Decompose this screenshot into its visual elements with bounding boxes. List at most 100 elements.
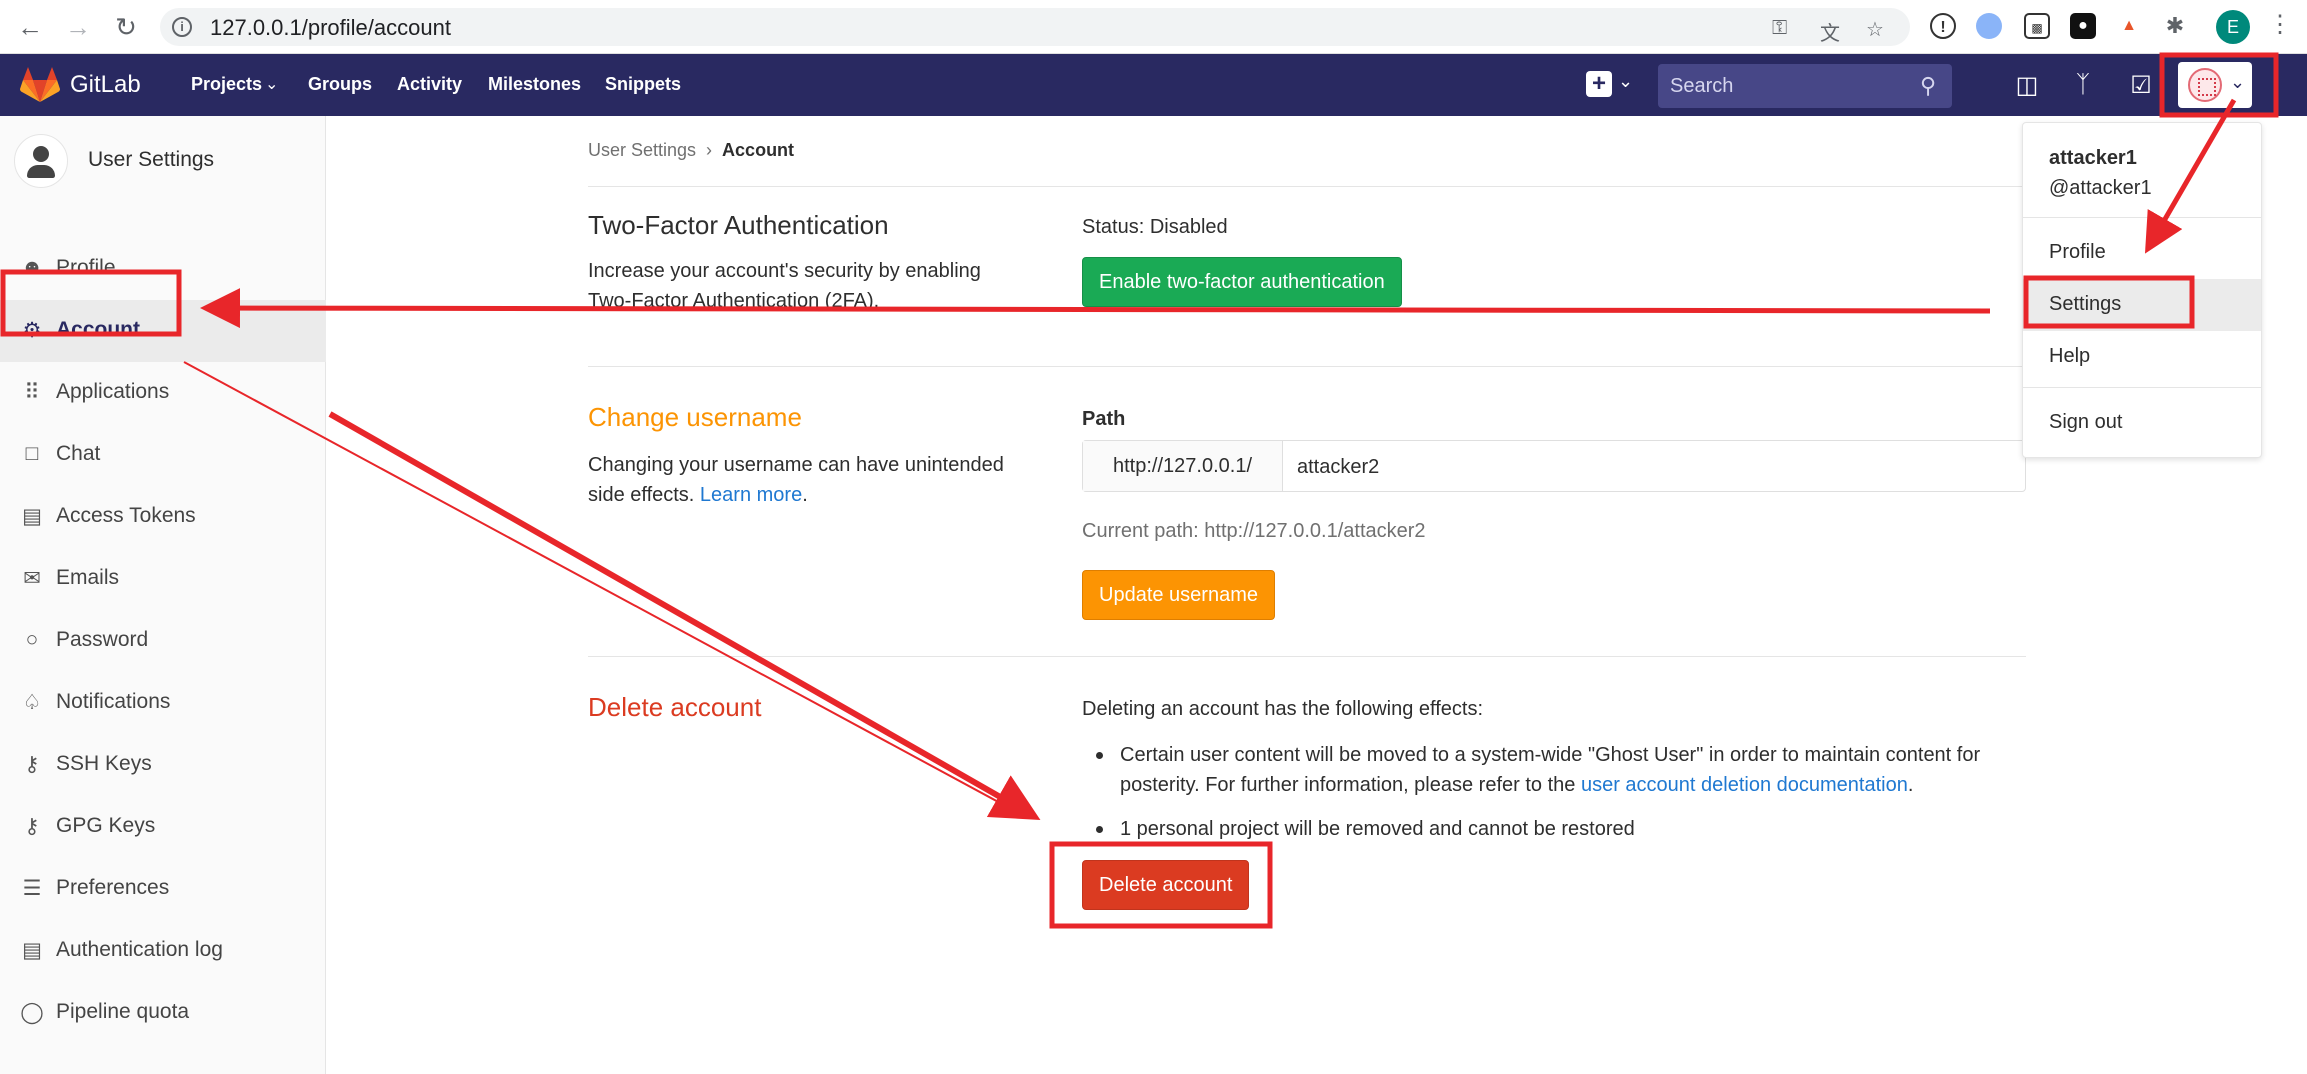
sidebar-item-chat[interactable]: □ Chat xyxy=(0,424,326,486)
reload-icon[interactable]: ↻ xyxy=(110,11,142,43)
sidebar-item-profile[interactable]: ☻ Profile xyxy=(0,238,326,300)
divider xyxy=(588,656,2026,657)
extension-dark-icon[interactable]: ● xyxy=(2070,13,2096,39)
sidebar-item-label: SSH Keys xyxy=(56,752,152,775)
sliders-icon: ☰ xyxy=(22,877,42,900)
sidebar-item-preferences[interactable]: ☰ Preferences xyxy=(0,858,326,920)
path-prefix: http://127.0.0.1/ xyxy=(1083,441,1283,491)
password-key-icon[interactable]: ⚿ xyxy=(1772,17,1787,40)
address-bar[interactable]: i 127.0.0.1/profile/account ⚿ 文 ☆ xyxy=(160,8,1910,46)
divider xyxy=(588,366,2026,367)
nav-snippets[interactable]: Snippets xyxy=(605,74,681,95)
two-factor-title: Two-Factor Authentication xyxy=(588,210,889,240)
sidebar-item-label: Notifications xyxy=(56,690,171,713)
dropdown-item-profile[interactable]: Profile xyxy=(2023,227,2261,279)
chevron-down-icon[interactable]: ⌄ xyxy=(1618,71,1633,92)
sidebar-item-access-tokens[interactable]: ▤ Access Tokens xyxy=(0,486,326,548)
username-input[interactable] xyxy=(1297,454,1997,480)
change-username-description: Changing your username can have unintend… xyxy=(588,454,1004,506)
chat-icon: □ xyxy=(25,442,39,465)
browser-menu-icon[interactable]: ⋮ xyxy=(2268,10,2292,39)
translate-icon[interactable]: 文 xyxy=(1820,17,1840,46)
dropdown-item-help[interactable]: Help xyxy=(2023,331,2261,383)
user-dropdown-menu: attacker1 @attacker1 Profile Settings He… xyxy=(2022,122,2262,458)
breadcrumb: User Settings › Account xyxy=(588,140,794,161)
current-path: Current path: http://127.0.0.1/attacker2 xyxy=(1082,520,1426,542)
email-icon: ✉ xyxy=(23,567,41,590)
user-menu-button[interactable]: ⌄ xyxy=(2178,62,2252,108)
sidebar-title: User Settings xyxy=(88,148,215,171)
search-input[interactable] xyxy=(1670,72,1900,100)
search-box[interactable]: ⚲ xyxy=(1658,64,1952,108)
todo-panel-icon[interactable]: ◫ xyxy=(2012,71,2042,100)
learn-more-link[interactable]: Learn more xyxy=(700,484,802,506)
chevron-down-icon[interactable]: ⌄ xyxy=(265,74,278,94)
browser-toolbar: ← → ↻ i 127.0.0.1/profile/account ⚿ 文 ☆ … xyxy=(0,0,2307,54)
delete-account-intro: Deleting an account has the following ef… xyxy=(1082,698,1483,720)
dropdown-item-label: Help xyxy=(2049,345,2091,367)
sidebar-item-password[interactable]: ○ Password xyxy=(0,610,326,672)
sidebar-item-notifications[interactable]: ♤ Notifications xyxy=(0,672,326,734)
arrow-settings-to-account xyxy=(200,288,1991,329)
sidebar-item-label: Emails xyxy=(56,566,120,589)
sidebar-item-ssh-keys[interactable]: ⚷ SSH Keys xyxy=(0,734,326,796)
sidebar-item-account[interactable]: ⚙ Account xyxy=(0,300,326,362)
sidebar-item-pipeline-quota[interactable]: ◯ Pipeline quota xyxy=(0,982,326,1044)
browser-profile-avatar[interactable]: E xyxy=(2216,10,2250,44)
dropdown-item-settings[interactable]: Settings xyxy=(2023,279,2261,331)
sidebar-item-label: Profile xyxy=(56,256,116,279)
enable-two-factor-button[interactable]: Enable two-factor authentication xyxy=(1082,257,1402,307)
gitlab-logo-icon[interactable] xyxy=(20,67,60,103)
merge-request-icon[interactable]: ᛉ xyxy=(2068,71,2098,99)
bookmark-star-icon[interactable]: ☆ xyxy=(1866,17,1884,42)
path-label: Path xyxy=(1082,408,1126,430)
list-item: 1 personal project will be removed and c… xyxy=(1096,814,2020,844)
divider xyxy=(2023,217,2261,218)
delete-account-button[interactable]: Delete account xyxy=(1082,860,1250,910)
extension-qr-icon[interactable]: ▩ xyxy=(2024,13,2050,39)
nav-activity[interactable]: Activity xyxy=(397,74,462,95)
sidebar-item-label: Access Tokens xyxy=(56,504,196,527)
pipeline-icon: ◯ xyxy=(20,1001,44,1024)
nav-projects[interactable]: Projects xyxy=(191,74,262,95)
settings-sidebar: User Settings ☻ Profile ⚙ Account ⠿ Appl… xyxy=(0,116,326,1074)
new-item-plus-icon[interactable]: + xyxy=(1586,71,1612,97)
site-info-icon[interactable]: i xyxy=(172,17,192,37)
back-arrow-icon[interactable]: ← xyxy=(14,11,46,43)
breadcrumb-parent[interactable]: User Settings xyxy=(588,140,696,160)
gitlab-brand[interactable]: GitLab xyxy=(70,71,141,99)
sidebar-item-label: Account xyxy=(56,318,140,341)
sidebar-item-emails[interactable]: ✉ Emails xyxy=(0,548,326,610)
search-icon[interactable]: ⚲ xyxy=(1920,73,1936,99)
extension-network-icon[interactable]: ▲ xyxy=(2116,13,2142,39)
dropdown-item-label: Settings xyxy=(2049,293,2122,315)
sidebar-item-label: Password xyxy=(56,628,149,651)
applications-icon: ⠿ xyxy=(24,381,40,404)
sidebar-item-gpg-keys[interactable]: ⚷ GPG Keys xyxy=(0,796,326,858)
update-username-button[interactable]: Update username xyxy=(1082,570,1275,620)
sidebar-item-authentication-log[interactable]: ▤ Authentication log xyxy=(0,920,326,982)
divider xyxy=(2023,387,2261,388)
dropdown-item-sign-out[interactable]: Sign out xyxy=(2023,397,2261,449)
deletion-docs-link[interactable]: user account deletion documentation xyxy=(1581,774,1908,796)
todos-check-icon[interactable]: ☑ xyxy=(2126,71,2156,100)
account-icon: ⚙ xyxy=(22,319,42,342)
sidebar-item-applications[interactable]: ⠿ Applications xyxy=(0,362,326,424)
extensions-puzzle-icon[interactable]: ✱ xyxy=(2162,13,2188,39)
sidebar-item-label: GPG Keys xyxy=(56,814,156,837)
sidebar-item-label: Applications xyxy=(56,380,170,403)
dropdown-item-label: Sign out xyxy=(2049,411,2123,433)
sidebar-item-label: Pipeline quota xyxy=(56,1000,190,1023)
breadcrumb-current: Account xyxy=(722,140,795,160)
extension-1password-icon[interactable]: ! xyxy=(1930,13,1956,39)
forward-arrow-icon[interactable]: → xyxy=(62,11,94,43)
dropdown-user-name: attacker1 xyxy=(2049,147,2137,169)
extension-circle-icon[interactable] xyxy=(1976,13,2002,39)
nav-milestones[interactable]: Milestones xyxy=(488,74,581,95)
bell-icon: ♤ xyxy=(22,691,42,714)
url-text[interactable]: 127.0.0.1/profile/account xyxy=(210,15,451,41)
key-icon: ⚷ xyxy=(24,753,40,776)
sidebar-header[interactable]: User Settings xyxy=(14,134,314,190)
nav-groups[interactable]: Groups xyxy=(308,74,372,95)
change-username-title: Change username xyxy=(588,402,802,432)
